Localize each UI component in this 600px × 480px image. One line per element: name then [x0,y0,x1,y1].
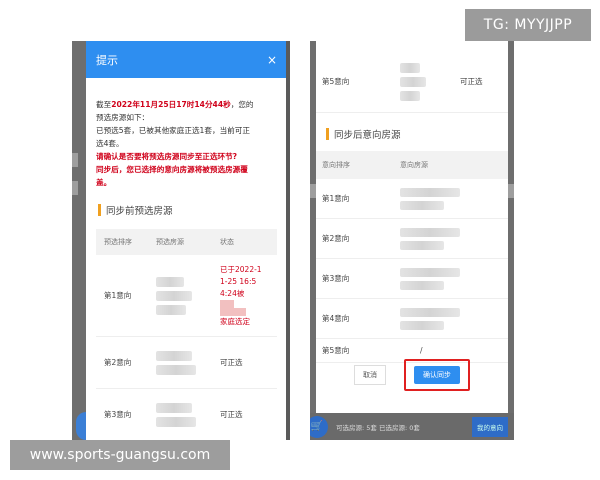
right-edge-tab [508,184,514,198]
modal-title: 提示 [96,53,118,67]
row-rank: 第2意向 [104,358,132,367]
notice-prefix: 截至 [96,100,112,109]
table-header: 预选排序 预选房源 状态 [96,229,277,255]
row-status: 可正选 [460,77,483,86]
section-title-text: 同步后意向房源 [334,130,401,141]
section-accent-bar [98,204,101,216]
right-screenshot: 第5意向 可正选 同步后意向房源 意向排序 意向房源 第1意向 第2意向 第3意… [310,41,514,440]
row-rank: 第5意向 [322,77,350,86]
bottom-bar: 🛒 可选房源: 5套 已选房源: 0套 我的意向 [310,413,514,440]
watermark-top: TG: MYYJJPP [465,9,591,41]
row-status: 可正选 [220,358,243,367]
sync-confirm-modal: 提示 × 截至2022年11月25日17时14分44秒，您的 预选房源如下： 已… [86,41,287,440]
warning-line2: 同步后，您已选择的意向房源将被预选房源覆 [96,165,248,174]
column-header: 意向排序 [322,161,350,169]
blurred-house [156,276,220,315]
close-icon[interactable]: × [267,53,277,67]
table-row: 第4意向 [316,299,508,339]
notice-text: 截至2022年11月25日17时14分44秒，您的 预选房源如下： 已预选5套，… [86,78,287,189]
row-rank: 第4意向 [322,314,350,323]
notice-line3: 已预选5套，已被其他家庭正选1套，当前可正 [96,126,250,135]
row-value: / [420,346,423,355]
section-title-after: 同步后意向房源 [326,127,508,141]
table-row: 第1意向 [316,179,508,219]
row-rank: 第5意向 [322,346,350,355]
blurred-house [400,227,460,250]
column-header: 预选房源 [156,238,184,246]
selection-summary: 可选房源: 5套 已选房源: 0套 [336,423,420,432]
notice-suffix: ，您的 [230,100,254,109]
notice-line2: 预选房源如下： [96,113,150,122]
table-row: 第2意向 [316,219,508,259]
notice-line4: 选4套。 [96,139,124,148]
row-status: 可正选 [220,410,243,419]
blurred-house [400,267,460,290]
table-row: 第3意向 可正选 [96,389,277,440]
row-rank: 第1意向 [104,291,132,300]
row-status: 已于2022-1 1-25 16:5 4:24被 家庭选定 [220,264,262,326]
blurred-house [400,187,460,210]
row-rank: 第3意向 [322,274,350,283]
sync-result-panel: 第5意向 可正选 同步后意向房源 意向排序 意向房源 第1意向 第2意向 第3意… [316,41,508,413]
warning-line1: 请确认是否要将预选房源同步至正选环节? [96,152,238,161]
row-rank: 第2意向 [322,234,350,243]
blurred-house [156,350,220,375]
confirm-sync-button[interactable]: 确认同步 [414,366,460,384]
notice-deadline: 2022年11月25日17时14分44秒 [111,100,231,109]
row-rank: 第1意向 [322,194,350,203]
cart-icon[interactable]: 🛒 [310,415,328,438]
section-accent-bar [326,128,329,140]
watermark-bottom: www.sports-guangsu.com [10,440,230,470]
column-header: 意向房源 [400,161,428,169]
section-title-before: 同步前预选房源 [98,203,287,217]
table-row: 第3意向 [316,259,508,299]
left-edge-tab [72,153,78,167]
cancel-button[interactable]: 取消 [354,365,386,385]
left-edge-tab [72,181,78,195]
blurred-house [400,62,460,101]
table-header: 意向排序 意向房源 [316,151,508,179]
my-intention-button[interactable]: 我的意向 [472,417,508,437]
row-rank: 第3意向 [104,410,132,419]
left-dim-strip [286,41,290,440]
table-row: 第1意向 已于2022-1 1-25 16:5 4:24被 家庭选定 [96,255,277,337]
table-row: 第5意向 可正选 [316,41,508,113]
column-header: 预选排序 [104,238,132,246]
confirm-highlight: 确认同步 [404,359,470,391]
screenshot-stage: 提示 × 截至2022年11月25日17时14分44秒，您的 预选房源如下： 已… [0,0,600,480]
left-screenshot: 提示 × 截至2022年11月25日17时14分44秒，您的 预选房源如下： 已… [72,41,290,440]
table-row: 第2意向 可正选 [96,337,277,389]
column-header: 状态 [220,238,234,246]
action-buttons: 取消 确认同步 [316,359,508,391]
blurred-house [400,307,460,330]
warning-line3: 盖。 [96,178,112,187]
modal-header: 提示 × [86,41,287,78]
blurred-house [156,402,220,427]
section-title-text: 同步前预选房源 [106,206,173,217]
